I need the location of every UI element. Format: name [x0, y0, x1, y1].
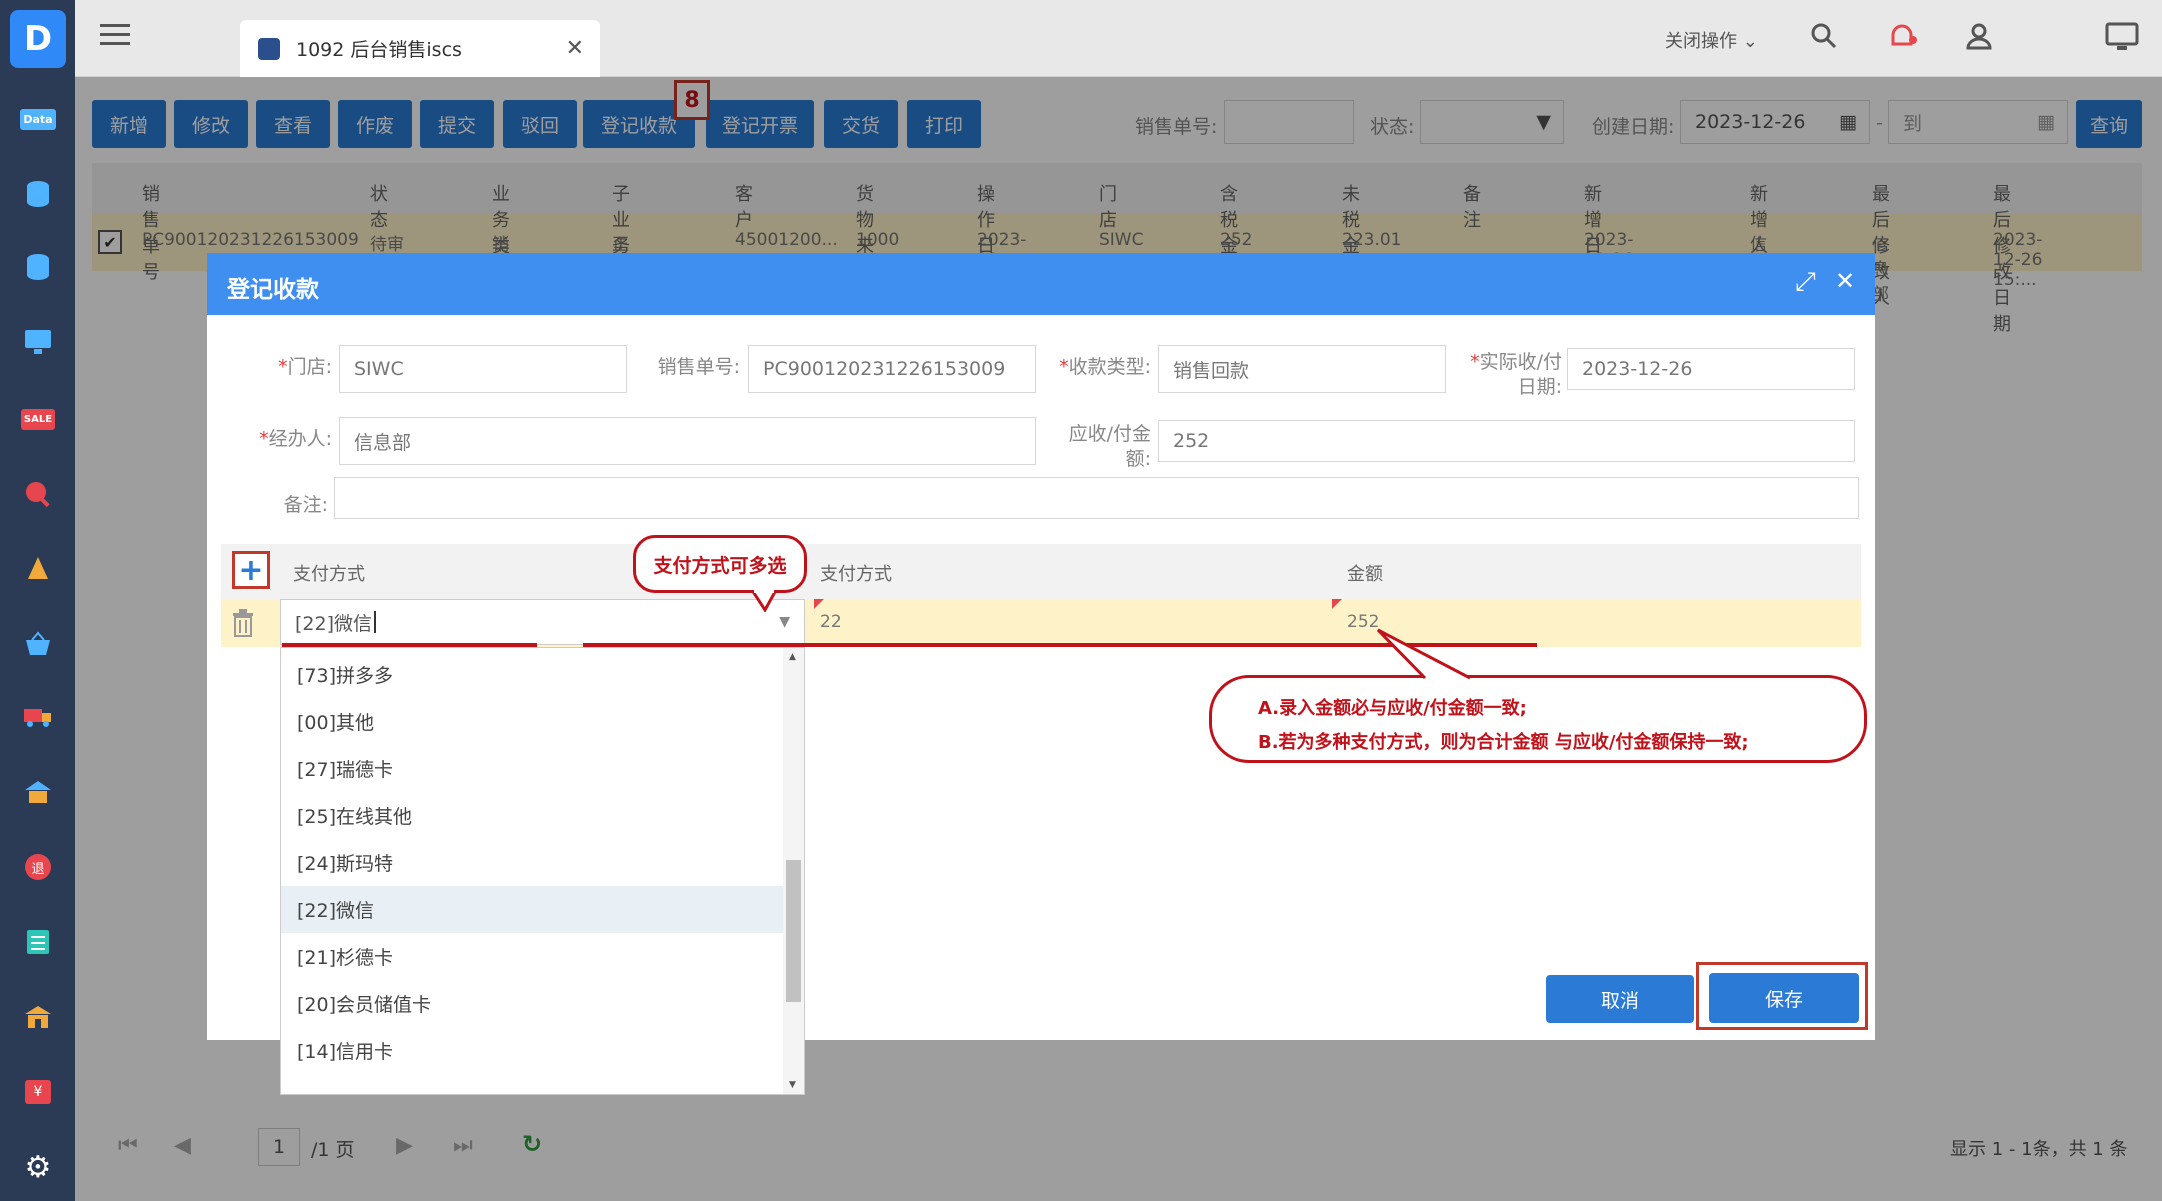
cone-icon[interactable]	[14, 545, 62, 593]
actual-date-label: *实际收/付 日期:	[1470, 351, 1562, 398]
return-icon[interactable]: 退	[14, 843, 62, 891]
callout-multi-select: 支付方式可多选	[633, 535, 807, 593]
list-item[interactable]: [00]其他	[281, 698, 783, 745]
monitor-icon[interactable]	[14, 318, 62, 366]
list-item-selected[interactable]: [22]微信	[281, 886, 783, 933]
close-ops-menu[interactable]: 关闭操作 ⌄	[1665, 27, 1758, 53]
pay-method-combobox[interactable]: [22]微信 ▼	[280, 599, 805, 645]
store-label: *门店:	[278, 356, 332, 378]
dropdown-arrow-icon[interactable]: ▼	[779, 614, 790, 630]
maximize-icon[interactable]: ⤢	[1795, 267, 1816, 298]
rule-b-text: B.若为多种支付方式，则为合计金额 与应收/付金额保持一致;	[1258, 732, 1749, 753]
add-row-icon[interactable]: +	[232, 551, 270, 589]
notification-bell-icon[interactable]	[1887, 22, 1919, 57]
remark-input[interactable]	[334, 477, 1859, 519]
tab-sales[interactable]: 1092 后台销售iscs ✕	[240, 20, 600, 77]
warehouse-icon[interactable]	[14, 768, 62, 816]
list-item[interactable]: [73]拼多多	[281, 651, 783, 698]
trash-icon[interactable]	[230, 608, 256, 644]
pay-code-cell[interactable]: 22	[820, 612, 842, 632]
handler-label: *经办人:	[259, 428, 332, 450]
user-icon[interactable]	[1965, 22, 1993, 55]
sidebar: D Data SALE 退 ¥ ⚙	[0, 0, 75, 1201]
cancel-button[interactable]: 取消	[1546, 975, 1694, 1023]
top-bar: 1092 后台销售iscs ✕ 关闭操作 ⌄	[75, 0, 2162, 77]
receipt-type-label: *收款类型:	[1059, 356, 1151, 378]
database-icon[interactable]	[14, 170, 62, 218]
underline-annotation	[282, 643, 537, 647]
list-item[interactable]: [14]信用卡	[281, 1027, 783, 1074]
cart-icon	[258, 37, 280, 60]
col-pay-method[interactable]: 支付方式	[293, 560, 365, 586]
payment-grid-header	[221, 544, 1861, 599]
modal-title: 登记收款	[227, 277, 319, 303]
list-item[interactable]: [20]会员储值卡	[281, 980, 783, 1027]
chevron-down-icon: ⌄	[1742, 31, 1758, 52]
col-pay-code[interactable]: 支付方式	[820, 560, 892, 586]
receipt-type-input[interactable]: 销售回款	[1158, 345, 1446, 393]
scrollbar-thumb[interactable]	[786, 860, 801, 1002]
search-icon[interactable]	[1810, 22, 1838, 57]
rule-a-text: A.录入金额必与应收/付金额一致;	[1258, 698, 1527, 719]
actual-date-input[interactable]: 2023-12-26	[1567, 348, 1855, 390]
menu-icon[interactable]	[100, 24, 130, 45]
settings-icon[interactable]: ⚙	[14, 1143, 62, 1191]
basket-icon[interactable]	[14, 620, 62, 668]
list-item[interactable]: [21]杉德卡	[281, 933, 783, 980]
modal-header: 登记收款 ⤢ ✕	[207, 253, 1875, 315]
cashier-icon[interactable]: ¥	[14, 1068, 62, 1116]
remark-label: 备注:	[283, 494, 328, 516]
search-report-icon[interactable]	[14, 470, 62, 518]
handler-input[interactable]: 信息部	[339, 417, 1036, 465]
col-amount[interactable]: 金额	[1347, 560, 1383, 586]
dirty-marker	[1332, 599, 1342, 609]
pay-method-dropdown: [73]拼多多 [00]其他 [27]瑞德卡 [25]在线其他 [24]斯玛特 …	[280, 647, 805, 1095]
callout-arrow	[1376, 628, 1471, 680]
desktop-icon[interactable]	[2105, 22, 2139, 57]
save-button[interactable]: 保存	[1709, 973, 1859, 1023]
truck-icon[interactable]	[14, 693, 62, 741]
app-logo[interactable]: D	[10, 10, 66, 68]
scrollbar[interactable]: ▲ ▼	[783, 648, 804, 1094]
sale-icon[interactable]: SALE	[14, 395, 62, 443]
list-item[interactable]: [27]瑞德卡	[281, 745, 783, 792]
store-icon[interactable]	[14, 993, 62, 1041]
amount-input[interactable]: 252	[1158, 420, 1855, 462]
tab-label: 1092 后台销售iscs	[296, 39, 462, 61]
close-icon[interactable]: ✕	[566, 36, 584, 61]
order-no-input[interactable]: PC900120231226153009	[748, 345, 1036, 393]
dirty-marker	[814, 599, 824, 609]
data-icon[interactable]: Data	[14, 95, 62, 143]
store-input[interactable]: SIWC	[339, 345, 627, 393]
database2-icon[interactable]	[14, 243, 62, 291]
list-icon[interactable]	[14, 918, 62, 966]
callout-pointer	[750, 590, 778, 612]
amount-label: 应收/付金 额:	[1068, 423, 1151, 470]
order-no-label: 销售单号:	[657, 356, 740, 378]
list-item[interactable]: [25]在线其他	[281, 792, 783, 839]
callout-amount-rules: A.录入金额必与应收/付金额一致; B.若为多种支付方式，则为合计金额 与应收/…	[1209, 675, 1867, 763]
dropdown-list: [73]拼多多 [00]其他 [27]瑞德卡 [25]在线其他 [24]斯玛特 …	[281, 651, 783, 1074]
close-icon[interactable]: ✕	[1835, 267, 1855, 295]
list-item[interactable]: [24]斯玛特	[281, 839, 783, 886]
